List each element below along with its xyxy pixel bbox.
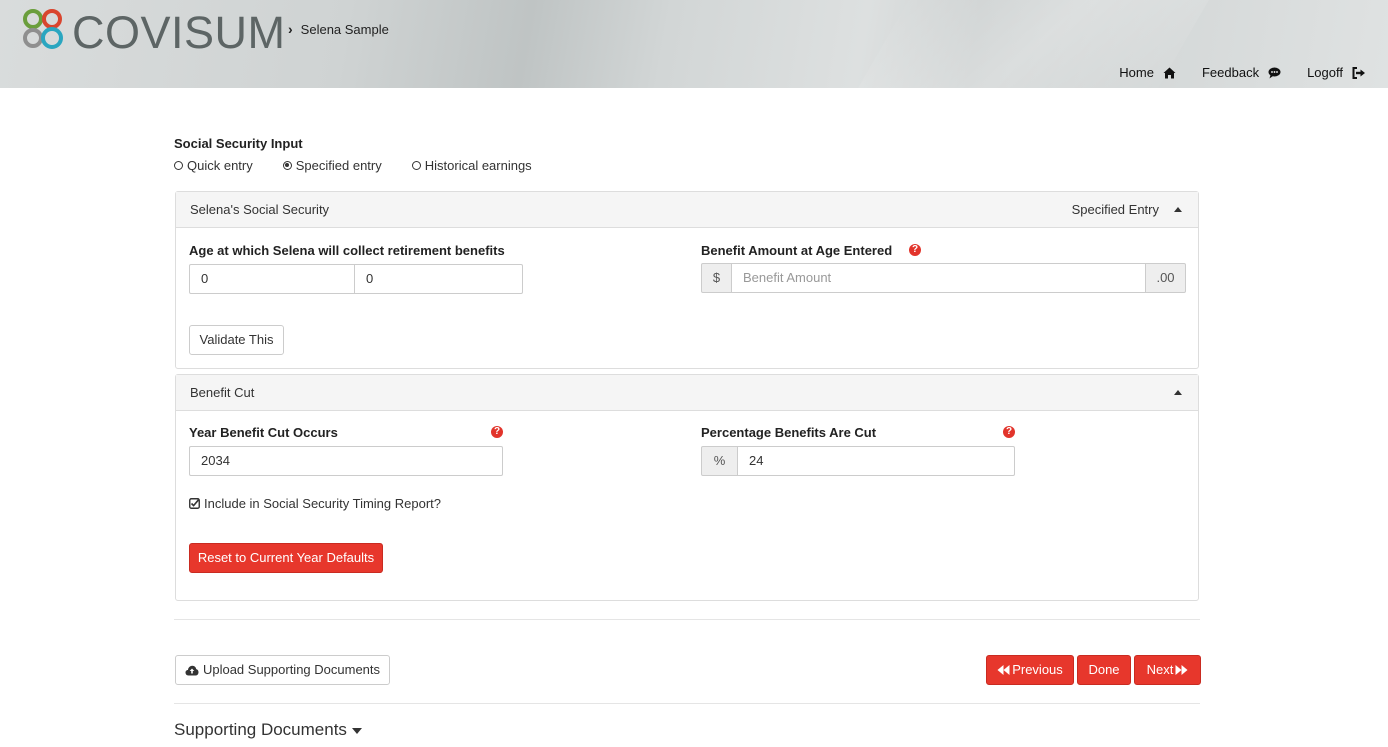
nav-logoff[interactable]: Logoff — [1307, 65, 1366, 80]
radio-historical-earnings[interactable]: Historical earnings — [411, 158, 532, 173]
radio-checked-icon — [282, 161, 292, 170]
ss-panel-header[interactable]: Selena's Social Security Specified Entry — [176, 192, 1198, 228]
nav-feedback-label: Feedback — [1201, 65, 1260, 80]
benefit-amount-input[interactable]: Benefit Amount — [731, 263, 1146, 293]
age-months-input[interactable]: 0 — [354, 264, 523, 294]
radio-unchecked-icon — [174, 161, 183, 170]
percent-addon: % — [701, 446, 738, 476]
benefit-amount-label: Benefit Amount at Age Entered — [701, 243, 893, 258]
divider — [174, 703, 1200, 704]
previous-label: Previous — [1012, 662, 1063, 677]
radio-quick-entry-label: Quick entry — [187, 158, 253, 173]
brand-name: COVISUM — [72, 7, 286, 58]
sign-out-icon — [1352, 66, 1365, 79]
cloud-upload-icon — [185, 665, 199, 675]
ss-panel-title: Selena's Social Security — [190, 202, 330, 217]
ss-panel-mode: Specified Entry — [1071, 202, 1159, 217]
done-button[interactable]: Done — [1077, 655, 1131, 685]
reset-defaults-button[interactable]: Reset to Current Year Defaults — [189, 543, 383, 573]
upload-documents-label: Upload Supporting Documents — [202, 662, 381, 677]
logo-mark-icon — [23, 9, 63, 49]
currency-addon: $ — [701, 263, 732, 293]
radio-unchecked-icon — [411, 161, 421, 170]
top-nav: Home Feedback Logoff — [1093, 65, 1366, 80]
supporting-documents-toggle[interactable]: Supporting Documents — [174, 720, 362, 740]
breadcrumb: › Selena Sample — [288, 21, 389, 37]
nav-home-label: Home — [1119, 65, 1154, 80]
caret-down-icon — [351, 728, 362, 734]
question-circle-icon[interactable]: ? — [1003, 426, 1015, 438]
pct-cut-label: Percentage Benefits Are Cut — [701, 425, 877, 440]
ss-input-title: Social Security Input — [174, 136, 303, 151]
next-label: Next — [1146, 662, 1174, 677]
breadcrumb-client[interactable]: Selena Sample — [301, 22, 389, 37]
radio-historical-earnings-label: Historical earnings — [424, 158, 532, 173]
benefit-cut-header[interactable]: Benefit Cut — [176, 375, 1198, 411]
validate-button[interactable]: Validate This — [189, 325, 284, 355]
app-header: COVISUM › Selena Sample Home Feedback Lo… — [0, 0, 1388, 88]
upload-documents-button[interactable]: Upload Supporting Documents — [175, 655, 390, 685]
check-square-icon — [189, 498, 200, 509]
radio-quick-entry[interactable]: Quick entry — [174, 158, 253, 173]
pct-cut-input[interactable]: 24 — [737, 446, 1015, 476]
age-label: Age at which Selena will collect retirem… — [189, 243, 505, 258]
radio-specified-entry-label: Specified entry — [295, 158, 382, 173]
nav-home[interactable]: Home — [1119, 65, 1176, 80]
question-circle-icon[interactable]: ? — [491, 426, 503, 438]
next-button[interactable]: Next — [1134, 655, 1201, 685]
cents-addon: .00 — [1145, 263, 1186, 293]
caret-up-icon[interactable] — [1174, 390, 1182, 395]
question-circle-icon[interactable]: ? — [909, 244, 921, 256]
fast-forward-icon — [1175, 665, 1188, 675]
home-icon — [1163, 67, 1176, 78]
benefit-cut-title: Benefit Cut — [190, 385, 255, 400]
year-cut-label: Year Benefit Cut Occurs — [189, 425, 338, 440]
nav-feedback[interactable]: Feedback — [1202, 65, 1281, 80]
radio-specified-entry[interactable]: Specified entry — [282, 158, 382, 173]
fast-backward-icon — [997, 665, 1010, 675]
include-timing-report-label: Include in Social Security Timing Report… — [204, 496, 442, 511]
covisum-logo[interactable]: COVISUM — [22, 7, 292, 58]
previous-button[interactable]: Previous — [986, 655, 1074, 685]
ss-input-mode-group: Quick entry Specified entry Historical e… — [174, 158, 562, 173]
nav-logoff-label: Logoff — [1307, 65, 1343, 80]
include-timing-report-checkbox[interactable]: Include in Social Security Timing Report… — [189, 496, 441, 511]
caret-up-icon[interactable] — [1174, 207, 1182, 212]
chevron-right-icon: › — [288, 21, 293, 37]
comment-icon — [1268, 67, 1281, 78]
divider — [174, 619, 1200, 620]
age-years-input[interactable]: 0 — [189, 264, 355, 294]
supporting-documents-title: Supporting Documents — [174, 720, 347, 739]
year-cut-input[interactable]: 2034 — [189, 446, 503, 476]
